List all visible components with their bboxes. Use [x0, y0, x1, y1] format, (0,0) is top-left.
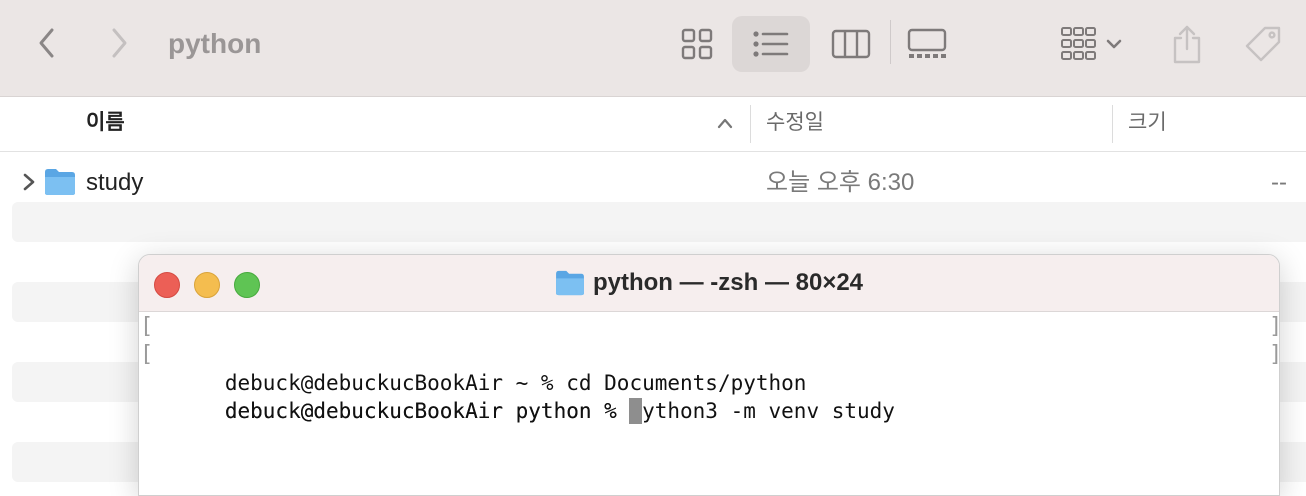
share-icon — [1173, 25, 1201, 64]
sort-ascending-icon[interactable] — [716, 117, 734, 129]
back-button[interactable] — [30, 26, 64, 60]
terminal-line: [ debuck@debuckucBookAir ~ % cd Document… — [139, 313, 1279, 395]
column-divider[interactable] — [750, 105, 751, 143]
column-divider[interactable] — [1112, 105, 1113, 143]
toolbar-separator — [890, 20, 891, 64]
icon-view-button[interactable] — [670, 16, 724, 72]
file-name: study — [86, 169, 144, 196]
finder-toolbar: python — [0, 0, 1306, 97]
gallery-view-icon — [907, 28, 947, 58]
chevron-down-icon — [1106, 39, 1122, 49]
terminal-cursor — [629, 398, 643, 424]
folder-icon — [45, 169, 75, 195]
list-item[interactable]: study 오늘 오후 6:30 -- — [0, 160, 1306, 204]
tags-button[interactable] — [1236, 16, 1290, 72]
size-column-header[interactable]: 크기 — [1128, 109, 1167, 137]
group-by-icon — [1061, 27, 1096, 60]
share-button[interactable] — [1160, 16, 1214, 72]
chevron-right-icon — [112, 28, 127, 58]
terminal-output[interactable]: [ debuck@debuckucBookAir ~ % cd Document… — [139, 313, 1279, 424]
modified-column-header[interactable]: 수정일 — [766, 109, 824, 137]
forward-button[interactable] — [102, 26, 136, 60]
mark-bracket: ] — [1269, 313, 1279, 341]
terminal-prompt: debuck@debuckucBookAir python % — [224, 399, 630, 423]
mark-bracket: ] — [1269, 341, 1279, 369]
gallery-view-button[interactable] — [900, 16, 954, 72]
name-column-header[interactable]: 이름 — [86, 109, 125, 137]
column-view-button[interactable] — [824, 16, 878, 72]
terminal-titlebar[interactable]: python — -zsh — 80×24 — [139, 255, 1279, 312]
column-view-icon — [831, 29, 871, 59]
terminal-title-text: python — -zsh — 80×24 — [592, 269, 864, 296]
terminal-title: python — -zsh — 80×24 — [139, 255, 1279, 311]
terminal-window[interactable]: python — -zsh — 80×24 [ debuck@debuckucB… — [138, 254, 1280, 496]
list-view-button[interactable] — [732, 16, 810, 72]
terminal-line: [ debuck@debuckucBookAir python % python… — [139, 341, 1279, 423]
list-row-stripe — [12, 202, 1306, 242]
chevron-left-icon — [39, 28, 54, 58]
mark-bracket: [ — [140, 342, 154, 367]
icon-grid-icon — [681, 28, 713, 60]
group-by-button[interactable] — [1052, 16, 1132, 72]
folder-icon — [556, 270, 584, 296]
window-title: python — [168, 28, 262, 59]
terminal-prompt-line[interactable]: debuck@debuckucBookAir python % — [139, 369, 1279, 424]
disclosure-triangle-icon[interactable] — [22, 172, 36, 192]
mark-bracket: [ — [140, 314, 154, 339]
tag-icon — [1245, 26, 1281, 62]
file-modified: 오늘 오후 6:30 — [766, 169, 915, 196]
column-header: 이름 수정일 크기 — [0, 97, 1306, 152]
file-size: -- — [1271, 169, 1287, 196]
list-view-icon — [753, 31, 789, 57]
